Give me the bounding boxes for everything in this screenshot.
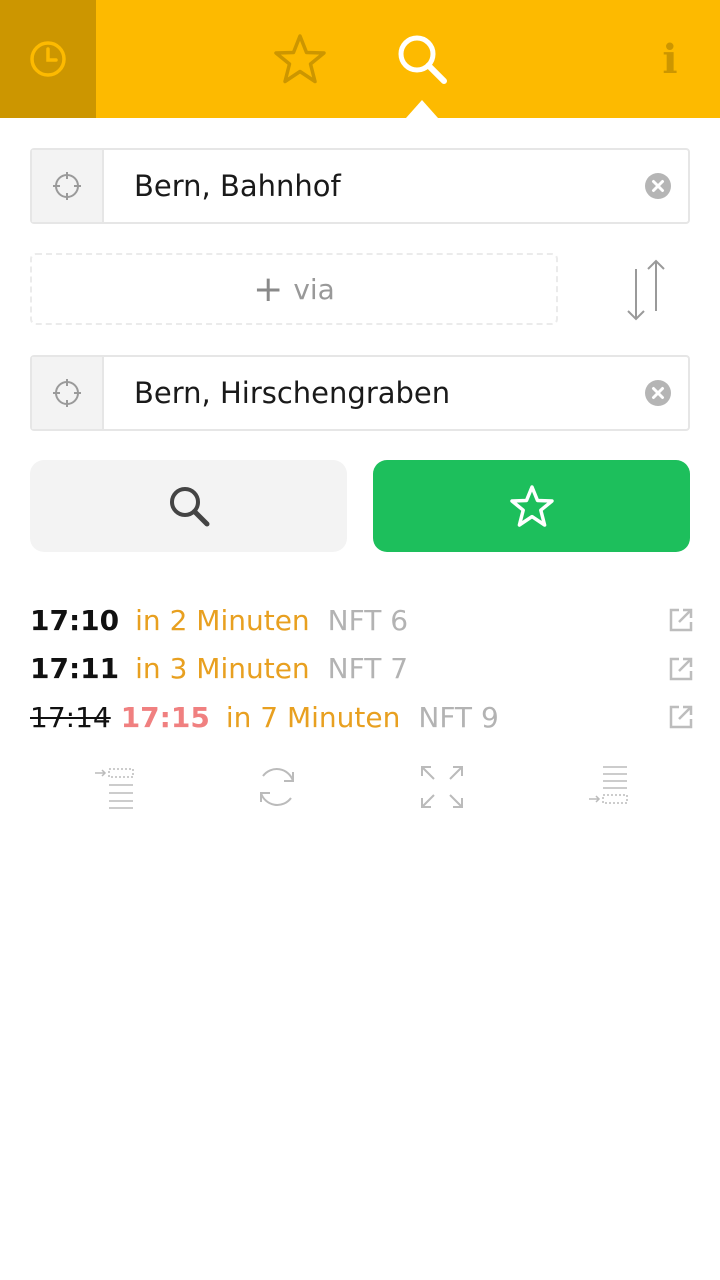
to-input[interactable]: Bern, Hirschengraben (104, 376, 628, 410)
results-toolbar (0, 760, 720, 814)
top-navigation: i (0, 0, 720, 118)
departure-line: NFT 7 (327, 652, 409, 686)
tab-info[interactable]: i (630, 0, 710, 118)
from-clear-button[interactable] (628, 173, 688, 199)
later-icon (589, 766, 628, 804)
departure-relative: in 2 Minuten (135, 603, 310, 637)
departure-line: NFT 6 (327, 603, 409, 637)
star-icon (274, 34, 326, 84)
expand-icon (421, 766, 463, 808)
search-button[interactable] (30, 460, 347, 552)
earlier-icon (95, 768, 134, 809)
tab-favorites[interactable] (250, 0, 350, 118)
departure-line: NFT 9 (418, 700, 499, 734)
search-icon (169, 487, 209, 527)
departure-scheduled-time: 17:14 (30, 700, 111, 734)
departure-time: 17:10 (30, 603, 120, 637)
departure-row[interactable]: 17:10 in 2 Minuten NFT 6 (30, 596, 695, 645)
crosshair-icon (53, 379, 81, 407)
tab-history[interactable] (0, 0, 96, 118)
departure-time: 17:11 (30, 652, 120, 686)
from-locate-button[interactable] (32, 150, 104, 222)
refresh-icon (260, 768, 294, 806)
to-locate-button[interactable] (32, 357, 104, 429)
star-outline-icon (509, 485, 554, 527)
crosshair-icon (53, 172, 81, 200)
external-link-icon[interactable] (667, 655, 695, 683)
departure-row[interactable]: 17:11 in 3 Minuten NFT 7 (30, 645, 695, 694)
clock-icon (30, 41, 66, 77)
departure-list: 17:10 in 2 Minuten NFT 6 17:11 in 3 Minu… (30, 596, 695, 742)
info-icon: i (662, 35, 678, 83)
save-favorite-button[interactable] (373, 460, 690, 552)
plus-icon: + (253, 268, 284, 310)
external-link-icon[interactable] (667, 703, 695, 731)
departure-relative: in 3 Minuten (135, 652, 310, 686)
external-link-icon[interactable] (667, 606, 695, 634)
from-field: Bern, Bahnhof (30, 148, 690, 224)
refresh-button[interactable] (250, 760, 304, 814)
departure-actual-time: 17:15 (120, 700, 210, 734)
earlier-departures-button[interactable] (88, 760, 142, 814)
to-field: Bern, Hirschengraben (30, 355, 690, 431)
departure-row[interactable]: 17:14 17:15 in 7 Minuten NFT 9 (30, 693, 695, 742)
expand-button[interactable] (415, 760, 469, 814)
clear-icon (645, 173, 671, 199)
search-icon (398, 35, 447, 84)
departure-relative: in 7 Minuten (225, 700, 401, 734)
to-clear-button[interactable] (628, 380, 688, 406)
from-input[interactable]: Bern, Bahnhof (104, 169, 628, 203)
add-via-button[interactable]: + via (30, 253, 558, 325)
later-departures-button[interactable] (580, 760, 634, 814)
clear-icon (645, 380, 671, 406)
via-label: via (293, 272, 335, 306)
swap-arrows-icon (627, 259, 665, 321)
swap-button[interactable] (620, 255, 672, 325)
active-tab-pointer (406, 100, 438, 118)
